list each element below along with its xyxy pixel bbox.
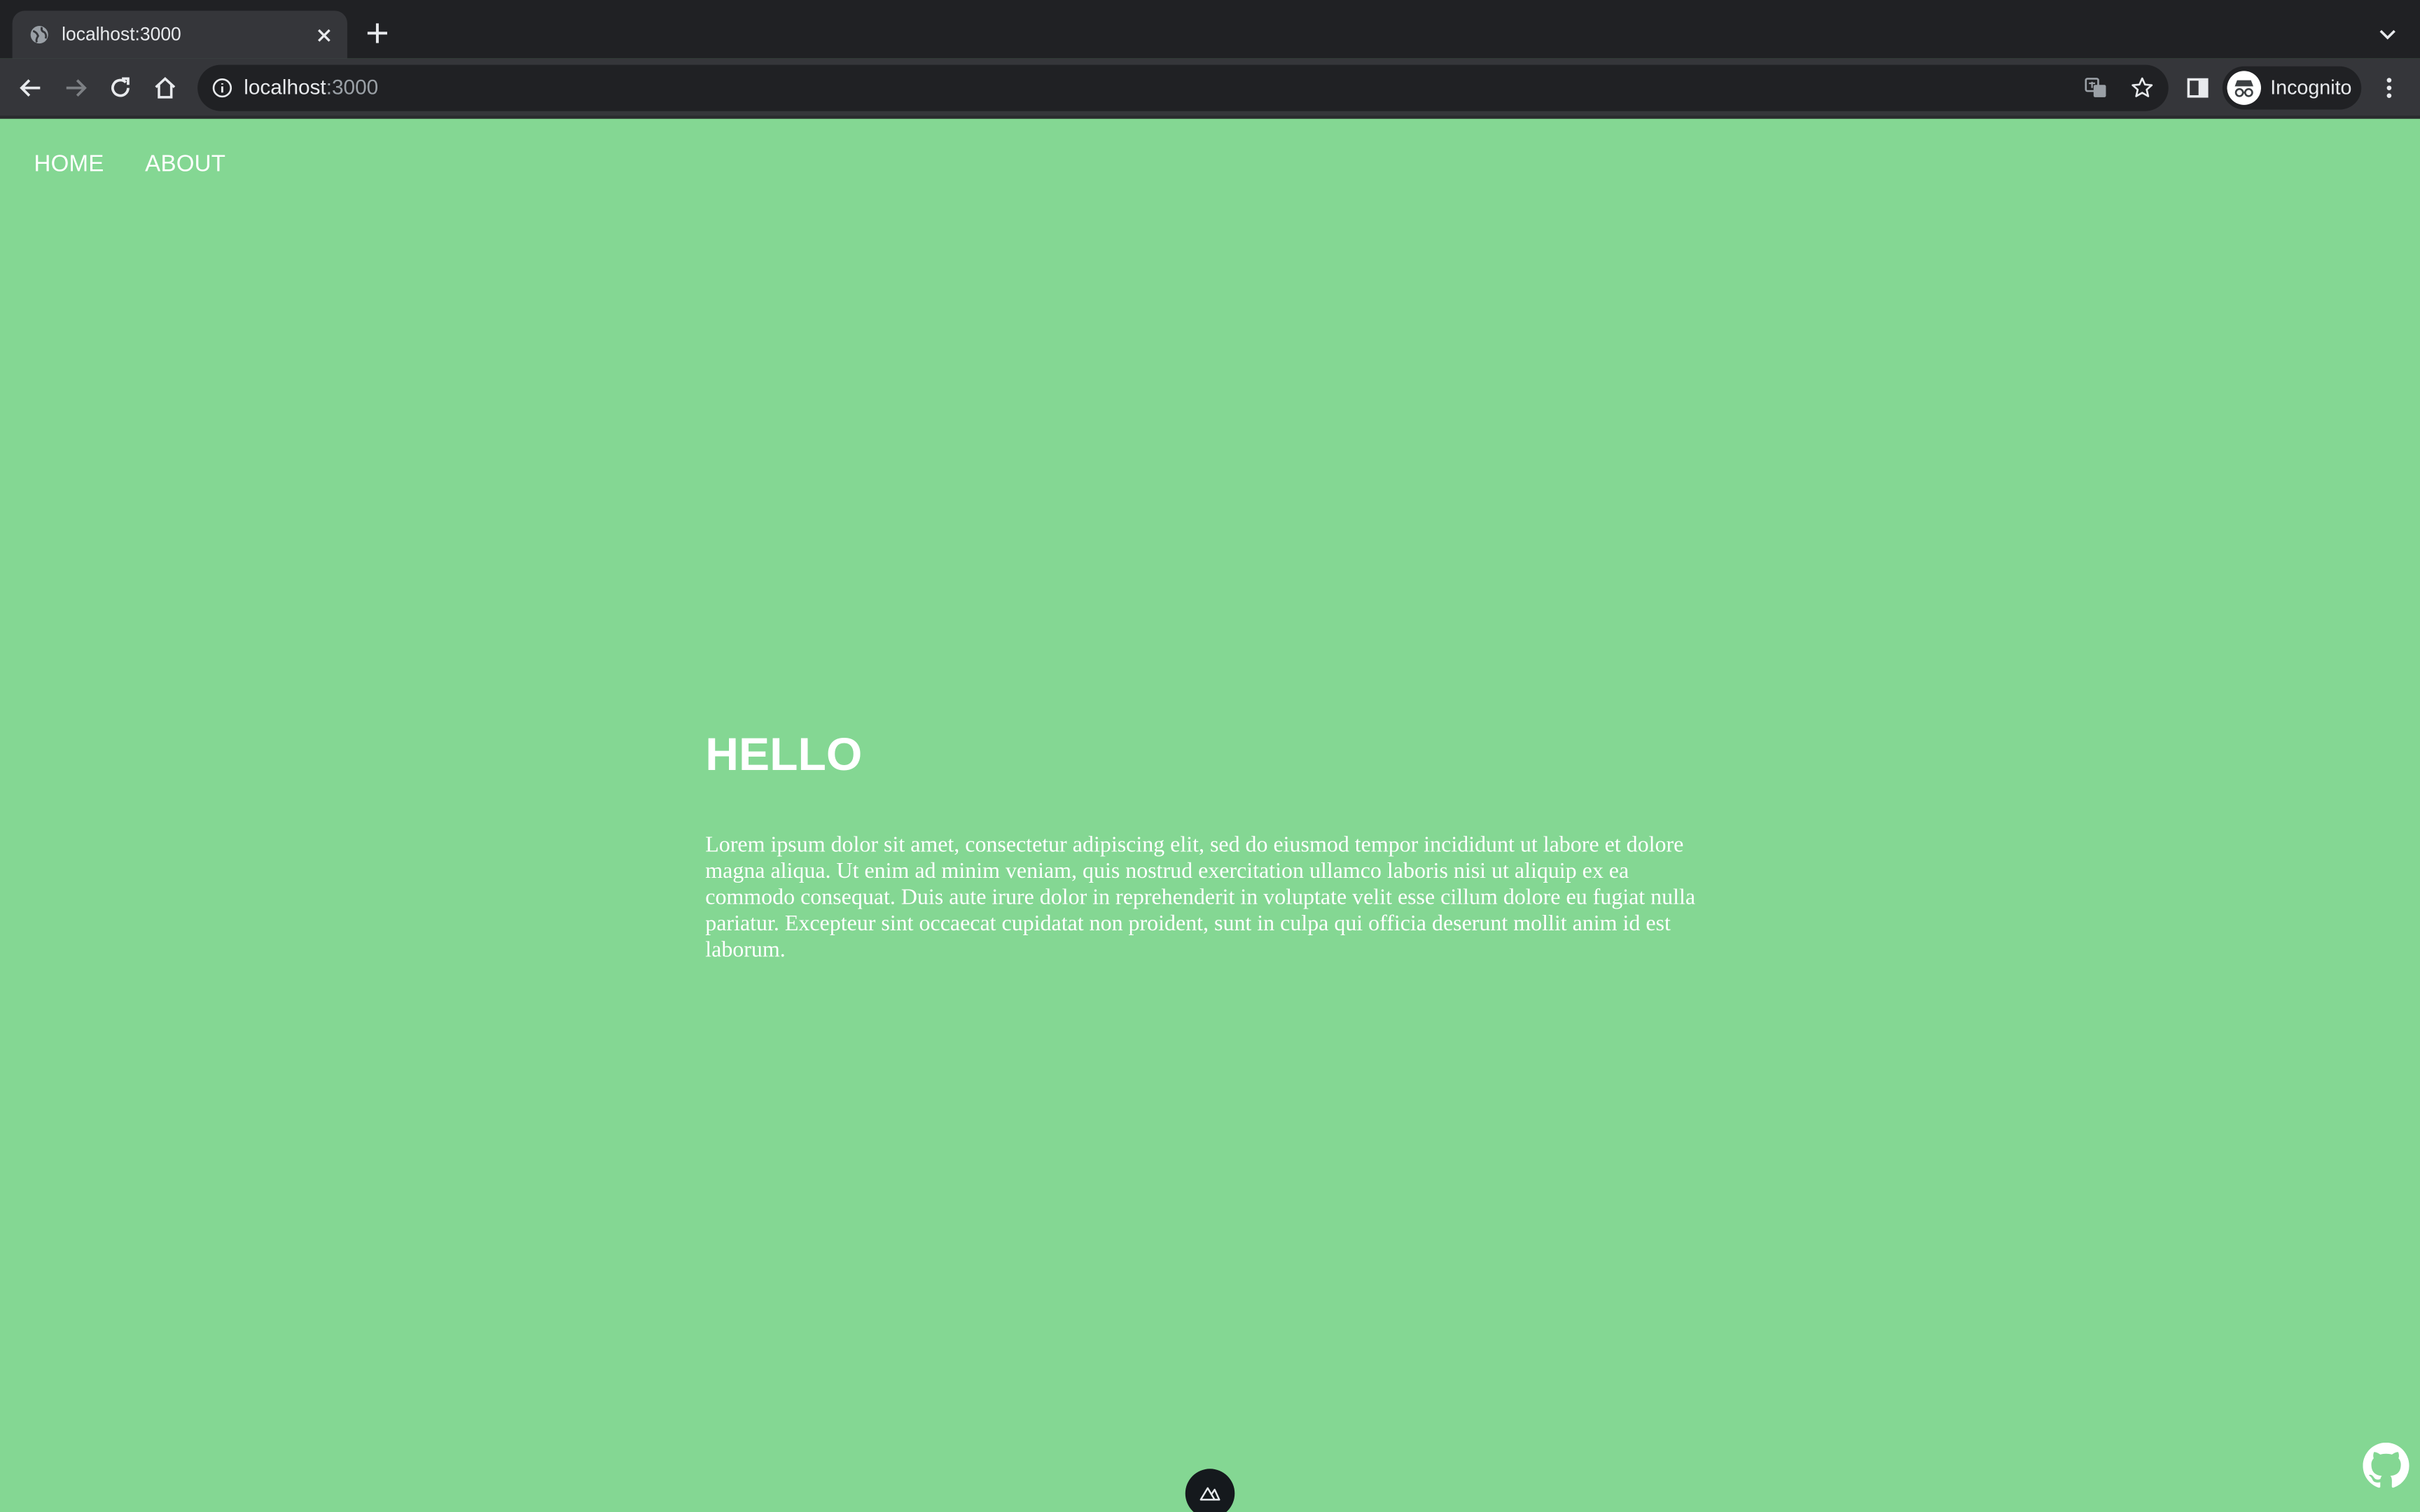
info-icon[interactable] <box>211 77 233 99</box>
side-panel-icon[interactable] <box>2184 74 2212 102</box>
reload-icon[interactable] <box>106 74 134 102</box>
url-host: localhost <box>244 75 326 99</box>
incognito-icon <box>2234 80 2253 97</box>
home-icon[interactable] <box>151 74 179 102</box>
address-bar[interactable]: localhost:3000 <box>197 64 2169 111</box>
nuxt-devtools-button[interactable] <box>1185 1469 1235 1512</box>
translate-icon[interactable] <box>2084 76 2108 100</box>
incognito-avatar <box>2227 71 2261 105</box>
github-icon[interactable] <box>2363 1442 2409 1489</box>
star-icon[interactable] <box>2130 76 2155 100</box>
nuxt-logo-icon <box>1199 1487 1221 1501</box>
url-text[interactable]: localhost:3000 <box>244 76 378 100</box>
url-port: :3000 <box>326 75 379 99</box>
browser-toolbar: localhost:3000 Incognito <box>0 58 2420 118</box>
nav-link-home[interactable]: HOME <box>34 151 104 179</box>
more-vert-icon[interactable] <box>2375 74 2403 102</box>
site-nav: HOME ABOUT <box>0 119 2420 211</box>
tab-title: localhost:3000 <box>62 23 181 45</box>
globe-icon <box>30 26 48 44</box>
browser-window: localhost:3000 localhost:3000 Incognito … <box>0 0 2420 1512</box>
tab-localhost[interactable]: localhost:3000 <box>12 10 347 59</box>
incognito-label: Incognito <box>2270 75 2352 99</box>
chevron-down-icon[interactable] <box>2377 23 2398 45</box>
nav-link-about[interactable]: ABOUT <box>145 151 225 179</box>
forward-arrow-icon[interactable] <box>62 74 90 102</box>
body-paragraph: Lorem ipsum dolor sit amet, consectetur … <box>705 833 1696 963</box>
tab-strip: localhost:3000 <box>0 0 2420 59</box>
back-arrow-icon[interactable] <box>17 74 45 102</box>
plus-icon[interactable] <box>364 20 390 46</box>
incognito-profile-button[interactable]: Incognito <box>2222 66 2362 110</box>
main-content: HELLO Lorem ipsum dolor sit amet, consec… <box>705 725 1724 965</box>
close-icon[interactable] <box>313 24 335 46</box>
page-title: HELLO <box>705 729 863 781</box>
